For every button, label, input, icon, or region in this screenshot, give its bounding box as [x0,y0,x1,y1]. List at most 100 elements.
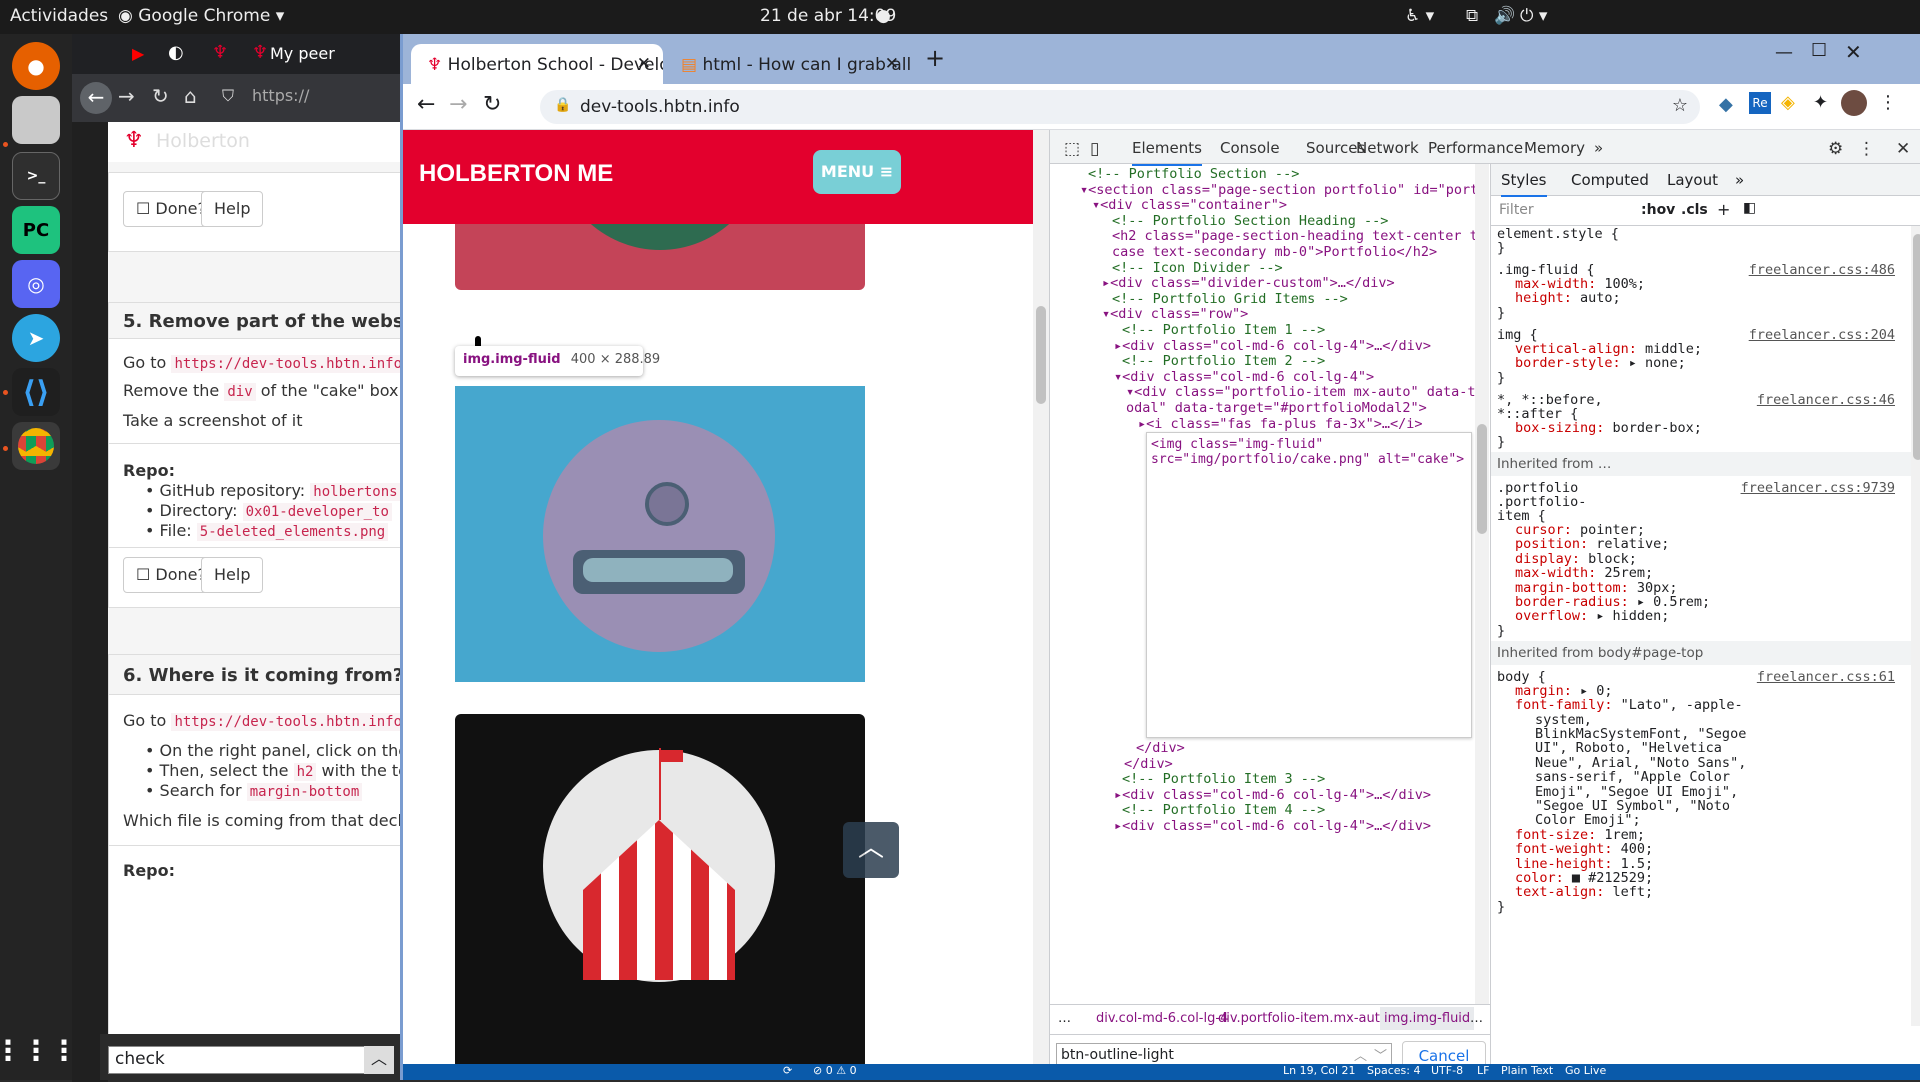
help-button[interactable]: Help [201,191,264,227]
portfolio-item-circus[interactable] [455,714,865,1080]
dom-node[interactable]: <!-- Portfolio Grid Items --> [1112,291,1348,307]
github-tab-icon[interactable]: ◐ [168,42,184,63]
reload-icon[interactable]: ↻ [152,84,169,108]
dom-node[interactable]: ▸<div class="col-md-6 col-lg-4">…</div> [1114,338,1431,354]
files-icon[interactable] [12,96,60,144]
dom-node[interactable]: ▾<div class="col-md-6 col-lg-4"> [1114,369,1374,385]
puzzle-extensions-icon[interactable]: ✦ [1813,92,1828,113]
stylesheet-link[interactable]: freelancer.css:61 [1757,669,1895,685]
tab-console[interactable]: Console [1220,139,1280,157]
tab-memory[interactable]: Memory [1524,139,1585,157]
dom-node[interactable]: case text-secondary mb-0">Portfolio</h2> [1112,244,1437,260]
dom-node[interactable]: ▾<section class="page-section portfolio"… [1080,182,1475,198]
encoding[interactable]: UTF-8 [1431,1064,1463,1077]
sidebar-toggle-icon[interactable]: ◧ [1743,200,1756,216]
stylesheet-link[interactable]: freelancer.css:486 [1749,262,1895,278]
python-extension-icon[interactable]: ◆ [1719,94,1733,115]
css-declaration[interactable]: border-style: ▸ none; [1515,355,1686,371]
tab-layout[interactable]: Layout [1667,171,1718,189]
volume-icon[interactable]: 🔊 [1494,6,1515,26]
page-scrollbar[interactable] [1033,130,1049,1080]
bookmark-star-icon[interactable]: ☆ [1672,95,1688,116]
close-window-icon[interactable]: ✕ [1845,40,1862,64]
hov-toggle[interactable]: :hov [1641,202,1675,218]
minimize-icon[interactable]: — [1775,42,1793,63]
more-tabs-icon[interactable]: » [1594,139,1603,157]
chrome-dock-icon[interactable] [12,422,60,470]
dom-node[interactable]: <h2 class="page-section-heading text-cen… [1112,228,1475,244]
stylesheet-link[interactable]: freelancer.css:46 [1757,392,1895,408]
elements-scrollbar[interactable] [1475,164,1489,1004]
indentation[interactable]: Spaces: 4 [1367,1064,1420,1077]
tab-stackoverflow[interactable]: ▤ html - How can I grab all c ✕ [665,44,911,84]
cls-toggle[interactable]: .cls [1681,202,1708,218]
dom-node[interactable]: ▾<div class="portfolio-item mx-auto" dat… [1126,384,1475,400]
dom-node[interactable]: ▸<i class="fas fa-plus fa-3x">…</i> [1138,416,1422,432]
dom-node[interactable]: ▾<div class="row"> [1102,306,1248,322]
search-next-icon[interactable]: ﹀ [1374,1045,1387,1064]
dom-node[interactable]: odal" data-target="#portfolioModal2"> [1126,400,1427,416]
task5-url[interactable]: https://dev-tools.hbtn.info [171,355,402,373]
vscode-icon[interactable]: ⟨⟩ [12,368,60,416]
tab-holberton[interactable]: ♆ Holberton School - Develo ✕ [411,44,663,84]
shield-icon[interactable]: ⛉ [222,86,234,106]
discord-icon[interactable]: ◎ [12,260,60,308]
power-icon[interactable]: ⏻ ▾ [1520,6,1547,26]
firefox-icon[interactable]: ● [12,42,60,90]
stylesheet-link[interactable]: freelancer.css:204 [1749,327,1895,343]
brand[interactable]: HOLBERTON ME [419,160,613,188]
breadcrumb-item[interactable]: div.col-md-6.col-lg-4 [1096,1011,1228,1026]
back-arrow-icon[interactable]: ← [80,82,112,114]
app-menu[interactable]: ◉ Google Chrome ▾ [118,6,284,26]
stylesheet-link[interactable]: freelancer.css:9739 [1741,480,1895,496]
telegram-icon[interactable]: ➤ [12,314,60,362]
dom-node[interactable]: <!-- Portfolio Section Heading --> [1112,213,1388,229]
breadcrumb-item[interactable]: div.portfolio-item.mx-auto [1218,1011,1388,1026]
devtools-menu-icon[interactable]: ⋮ [1858,139,1875,159]
css-declaration[interactable]: text-align: left; [1515,884,1653,900]
close-devtools-icon[interactable]: ✕ [1896,139,1910,159]
holberton-tab-icon[interactable]: ♆ [212,42,228,63]
pycharm-icon[interactable]: PC [12,206,60,254]
tab-network[interactable]: Network [1356,139,1419,157]
dom-node[interactable]: <!-- Portfolio Item 2 --> [1122,353,1325,369]
dom-node[interactable]: <!-- Icon Divider --> [1112,260,1283,276]
go-live-button[interactable]: Go Live [1565,1064,1606,1077]
dom-node[interactable]: <!-- Portfolio Item 1 --> [1122,322,1325,338]
settings-gear-icon[interactable]: ⚙ [1828,139,1843,159]
new-tab-icon[interactable]: + [925,44,945,72]
inspect-element-icon[interactable]: ⬚ [1064,139,1080,159]
dom-node[interactable]: </div> [1136,740,1185,756]
back-icon[interactable]: ← [417,92,435,117]
cursor-position[interactable]: Ln 19, Col 21 [1283,1064,1356,1077]
forward-icon[interactable]: → [449,92,467,117]
dom-node[interactable]: </div> [1124,756,1173,772]
css-declaration[interactable]: height: auto; [1515,290,1621,306]
more-panes-icon[interactable]: » [1735,171,1744,189]
youtube-tab-icon[interactable]: ▶ [132,44,144,63]
css-declaration[interactable]: box-sizing: border-box; [1515,420,1702,436]
problems-indicator[interactable]: ⊘ 0 ⚠ 0 [813,1064,857,1077]
tab-elements[interactable]: Elements [1132,139,1202,166]
menu-kebab-icon[interactable]: ⋮ [1879,92,1897,113]
home-icon[interactable]: ⌂ [184,84,197,108]
dom-node[interactable]: <!-- Portfolio Section --> [1088,166,1299,182]
activities-button[interactable]: Actividades [10,6,108,26]
task6-url[interactable]: https://dev-tools.hbtn.info [171,713,402,731]
terminal-icon[interactable]: >_ [12,152,60,200]
dom-node[interactable]: ▸<div class="col-md-6 col-lg-4">…</div> [1114,818,1431,834]
tab-performance[interactable]: Performance [1428,139,1523,157]
menu-button[interactable]: MENU ≡ [813,150,901,194]
help-button[interactable]: Help [201,557,264,593]
styles-scrollbar[interactable] [1911,226,1920,1026]
dom-node[interactable]: ▾<div class="container"> [1092,197,1287,213]
address-bar[interactable]: 🔒 dev-tools.hbtn.info ☆ [540,90,1700,124]
breadcrumb-item-active[interactable]: img.img-fluid [1380,1007,1475,1030]
find-prev-button[interactable]: ︿ [364,1046,394,1074]
edit-as-html-box[interactable]: <img class="img-fluid" src="img/portfoli… [1146,432,1472,738]
extension-icon[interactable]: ◈ [1781,92,1795,113]
apps-grid-icon[interactable]: ⋮⋮⋮ [0,1026,78,1074]
back-url[interactable]: https:// [252,86,309,105]
accessibility-icon[interactable]: ♿ ▾ [1405,6,1434,26]
scroll-top-button[interactable]: ︿ [843,822,899,878]
